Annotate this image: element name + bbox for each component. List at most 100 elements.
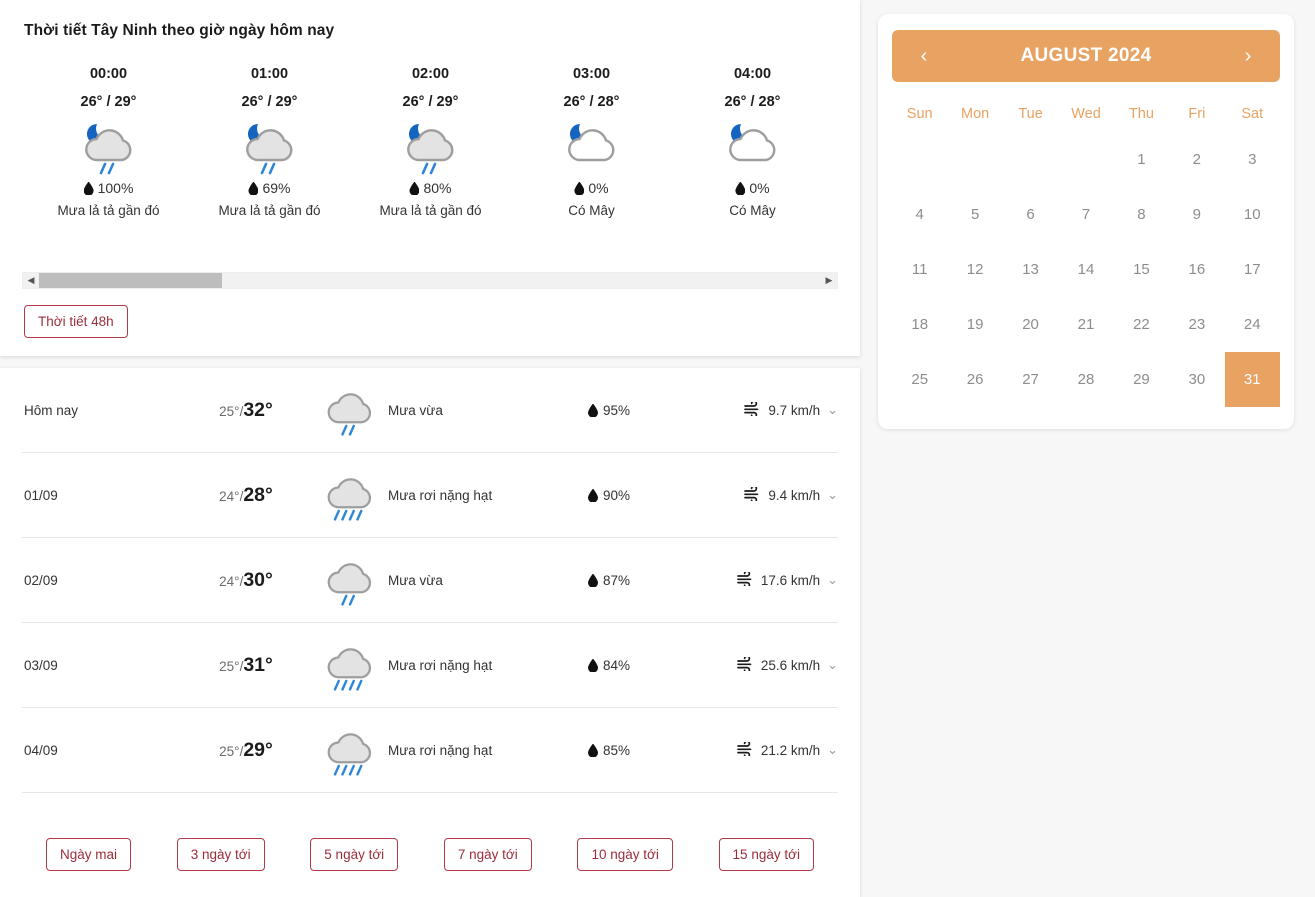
day-wind-value: 9.7 km/h (768, 402, 821, 418)
calendar-day[interactable]: 19 (947, 297, 1002, 352)
day-wind[interactable]: 21.2 km/h ⌄ (728, 739, 838, 759)
calendar-day[interactable]: 2 (1169, 132, 1224, 187)
table-row[interactable]: 04/09 25°/29° Mưa rơi nặng hạt 85% 21.2 km/h… (22, 708, 838, 793)
calendar-day[interactable]: 17 (1225, 242, 1280, 297)
hour-temperature: 26° / 28° (724, 94, 781, 110)
calendar-next-month-icon[interactable]: › (1238, 46, 1258, 66)
calendar-day[interactable]: 4 (892, 187, 947, 242)
calendar-day-number: 12 (966, 261, 984, 278)
calendar-day[interactable]: 10 (1225, 187, 1280, 242)
scrollbar-track[interactable] (39, 273, 821, 288)
calendar-day[interactable]: 13 (1003, 242, 1058, 297)
range-button[interactable]: 15 ngày tới (718, 838, 814, 871)
calendar-day[interactable]: 5 (947, 187, 1002, 242)
day-wind-value: 25.6 km/h (760, 657, 821, 673)
cloud-rain-moderate-icon (320, 552, 380, 608)
calendar-day[interactable]: 22 (1114, 297, 1169, 352)
day-condition-text: Mưa rơi nặng hạt (388, 742, 493, 758)
calendar-day[interactable]: 8 (1114, 187, 1169, 242)
calendar-day-number: 1 (1137, 151, 1146, 168)
table-row[interactable]: Hôm nay 25°/32° Mưa vừa 95% 9.7 km/h ⌄ (22, 368, 838, 453)
water-drop-icon (588, 659, 598, 672)
chevron-down-icon[interactable]: ⌄ (827, 742, 838, 758)
hour-card[interactable]: 01:00 26° / 29° 69% Mưa lả tả gần đó (189, 66, 350, 218)
calendar-day[interactable]: 29 (1114, 352, 1169, 407)
range-button[interactable]: Ngày mai (46, 838, 132, 871)
calendar-prev-month-icon[interactable]: ‹ (914, 46, 934, 66)
calendar-grid: Sun Mon Tue Wed Thu Fri Sat 1 2 3 4 5 6 7 8 9 10 11 12 13 14… (892, 92, 1280, 407)
calendar-card: ‹ AUGUST 2024 › Sun Mon Tue Wed Thu Fri Sat 1 2 3… (878, 14, 1294, 429)
calendar-day[interactable]: 1 (1114, 132, 1169, 187)
hour-card[interactable]: 04:00 26° / 28° 0% Có Mây (672, 66, 833, 218)
water-drop-icon (588, 574, 598, 587)
day-date: 04/09 (24, 742, 58, 758)
table-row[interactable]: 03/09 25°/31° Mưa rơi nặng hạt 84% 25.6 km/h… (22, 623, 838, 708)
day-condition: Mưa rơi nặng hạt (320, 467, 588, 523)
calendar-day[interactable]: 28 (1058, 352, 1113, 407)
table-row[interactable]: 01/09 24°/28° Mưa rơi nặng hạt 90% 9.4 km/h ⌄ (22, 453, 838, 538)
calendar-day[interactable]: 26 (947, 352, 1002, 407)
calendar-day[interactable]: 7 (1058, 187, 1113, 242)
day-wind[interactable]: 9.7 km/h ⌄ (728, 399, 838, 419)
scrollbar-thumb[interactable] (39, 273, 222, 288)
hourly-scrollbar[interactable]: ◀ ▶ (22, 272, 838, 289)
chevron-down-icon[interactable]: ⌄ (827, 402, 838, 418)
range-button[interactable]: 10 ngày tới (577, 838, 673, 871)
calendar-day-number: 6 (1026, 206, 1035, 223)
calendar-day[interactable]: 23 (1169, 297, 1224, 352)
calendar-day-number: 15 (1133, 261, 1150, 278)
calendar-day-selected[interactable]: 31 (1224, 352, 1280, 407)
range-button[interactable]: 3 ngày tới (176, 838, 265, 871)
chevron-down-icon[interactable]: ⌄ (827, 657, 838, 673)
scroll-right-arrow-icon[interactable]: ▶ (821, 273, 837, 288)
weather-page: Thời tiết Tây Ninh theo giờ ngày hôm nay… (0, 0, 1315, 897)
chevron-down-icon[interactable]: ⌄ (827, 572, 838, 588)
hour-card[interactable]: 03:00 26° / 28° 0% Có Mây (511, 66, 672, 218)
day-condition-text: Mưa rơi nặng hạt (388, 657, 493, 673)
hour-card[interactable]: 02:00 26° / 29° 80% Mưa lả tả gần đó (350, 66, 511, 218)
calendar-day[interactable]: 12 (947, 242, 1002, 297)
day-temperature: 24°/30° (172, 569, 320, 592)
day-temp-low: 24°/ (219, 573, 244, 589)
calendar-day[interactable]: 21 (1058, 297, 1113, 352)
day-wind[interactable]: 25.6 km/h ⌄ (728, 654, 838, 674)
day-temp-high: 31° (243, 653, 273, 676)
calendar-day[interactable]: 3 (1225, 132, 1280, 187)
calendar-day[interactable]: 9 (1169, 187, 1224, 242)
calendar-day[interactable]: 20 (1003, 297, 1058, 352)
calendar-day-number: 13 (1022, 261, 1039, 278)
day-temp-low: 25°/ (219, 403, 244, 419)
calendar-day[interactable]: 24 (1225, 297, 1280, 352)
calendar-day[interactable]: 14 (1058, 242, 1113, 297)
water-drop-icon (735, 182, 745, 195)
day-wind[interactable]: 17.6 km/h ⌄ (728, 569, 838, 589)
day-date: 01/09 (24, 487, 58, 503)
calendar-day[interactable]: 15 (1114, 242, 1169, 297)
range-button[interactable]: 7 ngày tới (443, 838, 532, 871)
calendar-day-number: 21 (1077, 316, 1095, 333)
weather-48h-button[interactable]: Thời tiết 48h (24, 305, 128, 338)
chevron-down-icon[interactable]: ⌄ (827, 487, 838, 503)
calendar-day-number: 7 (1081, 206, 1091, 223)
calendar-day[interactable]: 16 (1169, 242, 1224, 297)
calendar-day[interactable]: 18 (892, 297, 947, 352)
day-wind-value: 17.6 km/h (760, 572, 821, 588)
calendar-day[interactable]: 30 (1169, 352, 1224, 407)
calendar-day[interactable]: 11 (892, 242, 947, 297)
range-button[interactable]: 5 ngày tới (310, 838, 399, 871)
hour-precipitation: 80% (350, 180, 511, 196)
day-humidity-value: 84% (603, 657, 631, 673)
scroll-left-arrow-icon[interactable]: ◀ (23, 273, 39, 288)
water-drop-icon (588, 404, 598, 417)
calendar-day-number: 23 (1188, 316, 1206, 333)
water-drop-icon (574, 182, 584, 195)
hour-card[interactable]: 00:00 26° / 29° 100% Mưa lả tả gần đó (28, 66, 189, 218)
hour-temperature: 26° / 29° (241, 94, 298, 110)
table-row[interactable]: 02/09 24°/30° Mưa vừa 87% 17.6 km/h ⌄ (22, 538, 838, 623)
day-wind[interactable]: 9.4 km/h ⌄ (728, 484, 838, 504)
day-temperature: 25°/32° (172, 399, 320, 422)
calendar-day[interactable]: 27 (1003, 352, 1058, 407)
hourly-list: 00:00 26° / 29° 100% Mưa lả tả gần đó 01:00 2… (22, 66, 838, 218)
calendar-day[interactable]: 6 (1003, 187, 1058, 242)
calendar-day[interactable]: 25 (892, 352, 947, 407)
